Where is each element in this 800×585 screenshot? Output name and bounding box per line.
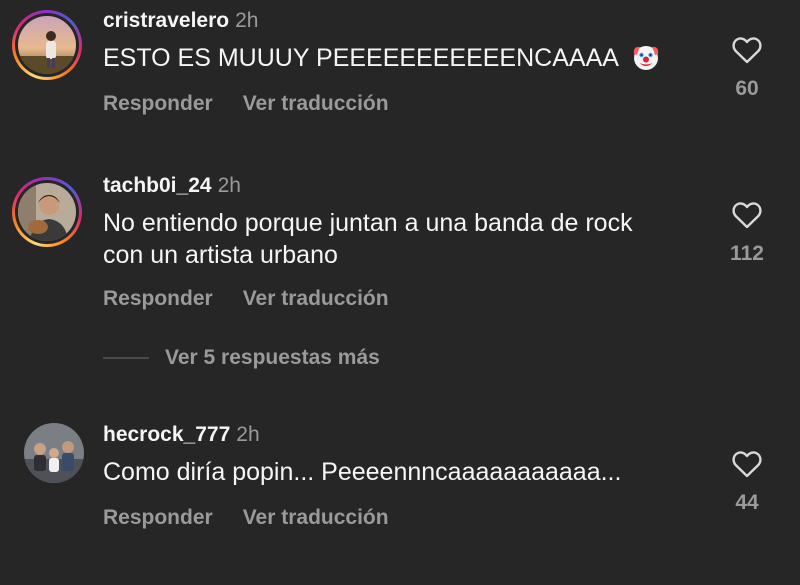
heart-icon[interactable] [720,35,774,65]
replies-divider [103,357,149,359]
avatar [18,183,76,241]
avatar [18,16,76,74]
comment-text: Como diría popin... Peeeennncaaaaaaaaaaa… [103,458,622,486]
avatar-story-ring[interactable] [12,177,82,247]
timestamp: 2h [235,9,259,32]
translate-button[interactable]: Ver traducción [243,287,389,310]
comment-text-wrap: ESTO ES MUUUY PEEEEEEEEEEENCAAAA [103,42,703,74]
translate-button[interactable]: Ver traducción [243,92,389,115]
timestamp: 2h [217,174,241,197]
comment-text: No entiendo porque juntan a una banda de… [103,209,633,269]
like-group: 112 [720,200,774,266]
like-count: 112 [730,242,764,265]
clown-face-icon [631,42,661,72]
username[interactable]: cristravelero [103,9,229,32]
like-group: 60 [720,35,774,101]
avatar-gap [15,13,79,77]
timestamp: 2h [236,423,260,446]
comment-text: ESTO ES MUUUY PEEEEEEEEEEENCAAAA [103,44,618,72]
avatar-story-ring[interactable] [12,10,82,80]
heart-icon[interactable] [720,449,774,479]
view-replies-label: Ver 5 respuestas más [165,346,380,369]
like-count: 44 [735,491,759,514]
avatar-gap [15,180,79,244]
username[interactable]: tachb0i_24 [103,174,212,197]
reply-button[interactable]: Responder [103,287,213,310]
translate-button[interactable]: Ver traducción [243,506,389,529]
reply-button[interactable]: Responder [103,92,213,115]
like-count: 60 [735,77,759,100]
username[interactable]: hecrock_777 [103,423,230,446]
like-group: 44 [720,449,774,515]
view-replies-button[interactable]: Ver 5 respuestas más [103,344,380,372]
reply-button[interactable]: Responder [103,506,213,529]
heart-icon[interactable] [720,200,774,230]
avatar[interactable] [24,423,84,483]
